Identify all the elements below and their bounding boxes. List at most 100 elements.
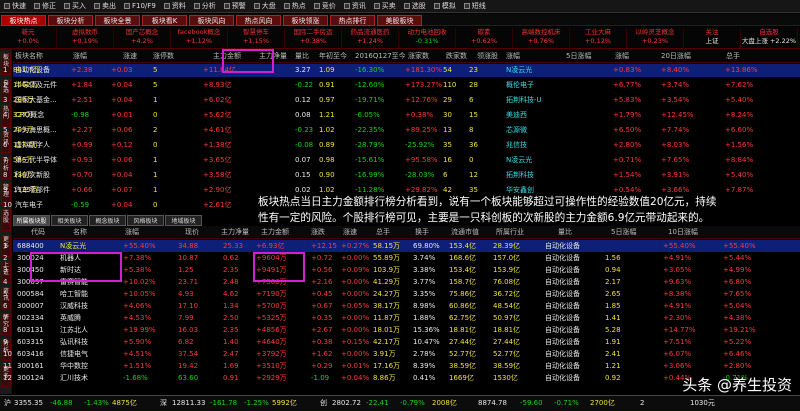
cell-turn: 1.88% — [413, 314, 436, 322]
header-cell[interactable]: 5日涨幅 — [566, 50, 591, 63]
toolbar-button-11[interactable]: 资讯 — [340, 0, 370, 13]
cell-ind: 自动化设备 — [545, 278, 580, 286]
table-row[interactable]: 8 科创次新股 +0.70 +0.04 1 +3.58亿 0.15 0.90 -16.99% -2… — [3, 169, 800, 182]
table-row[interactable]: 1 自动化设备 +2.38 +0.03 5 +11.84亿 3.27 1.09 -16.30% +… — [3, 64, 800, 77]
sector-item[interactable]: 国际二手房运 +0.38% — [285, 28, 342, 48]
stock-tab-1[interactable]: 相关板块 — [51, 215, 88, 226]
stock-tab-2[interactable]: 概念板块 — [89, 215, 126, 226]
cell-up: 54 — [443, 66, 452, 74]
header-cell[interactable]: 领涨股 — [477, 50, 498, 63]
table-row[interactable]: 3 国家大基金... +2.51 +0.04 1 +6.02亿 0.12 0.97 -19.71… — [3, 94, 800, 107]
header-cell[interactable]: 现价 — [185, 226, 199, 239]
cell-spd: +0.04 — [111, 171, 133, 179]
tab-7[interactable]: 热点排行 — [330, 15, 375, 26]
toolbar-button-5[interactable]: 资料 — [160, 0, 190, 13]
stock-row[interactable]: 5 000584 哈工智能 +10.05% 4.93 4.62 +7190万 +0.45 +0.… — [3, 288, 800, 300]
header-cell[interactable]: 涨幅 — [73, 50, 87, 63]
sector-item[interactable]: 新元 +0.0% — [0, 28, 57, 48]
toolbar-button-12[interactable]: 买卖 — [370, 0, 400, 13]
stock-row[interactable]: 3 300450 新时达 +5.38% 1.25 2.35 +9491万 +0.56 +0.09… — [3, 264, 800, 276]
table-row[interactable]: 2 半导体及元件 +1.84 +0.04 5 +8.93亿 -0.22 0.91 -12.60%… — [3, 79, 800, 92]
toolbar-button-14[interactable]: 模拟 — [430, 0, 460, 13]
toolbar-button-0[interactable]: 快速 — [0, 0, 30, 13]
header-cell[interactable]: 量比 — [295, 50, 309, 63]
toolbar-button-13[interactable]: 选股 — [400, 0, 430, 13]
toolbar-button-4[interactable]: F10/F9 — [120, 0, 160, 13]
header-cell[interactable]: 20日涨幅 — [661, 50, 691, 63]
table-row[interactable]: 6 虚拟数字人 +0.99 +0.12 0 +1.38亿 -0.08 0.89 -28.79% -… — [3, 139, 800, 152]
header-cell[interactable]: 跌家数 — [446, 50, 467, 63]
header-cell[interactable]: 涨停数 — [153, 50, 174, 63]
toolbar-button-15[interactable]: 短线 — [460, 0, 490, 13]
header-cell[interactable]: 涨幅 — [615, 50, 629, 63]
toolbar-button-3[interactable]: 卖出 — [90, 0, 120, 13]
stock-tab-4[interactable]: 地域板块 — [165, 215, 202, 226]
tab-6[interactable]: 板块领涨 — [283, 15, 328, 26]
toolbar-button-7[interactable]: 预警 — [220, 0, 250, 13]
tab-4[interactable]: 板块风向 — [189, 15, 234, 26]
stock-row[interactable]: 1 688400 N凌云光 +55.40% 34.88 25.33 +6.93亿 +12.15… — [3, 240, 800, 252]
sector-item[interactable]: 智慧停车 +1.15% — [228, 28, 285, 48]
header-cell[interactable]: 2016Q127至今 — [355, 50, 406, 63]
sector-item[interactable]: 虚拟数币 +0.19% — [57, 28, 114, 48]
toolbar-button-10[interactable]: 竞价 — [310, 0, 340, 13]
tab-1[interactable]: 板块分析 — [48, 15, 93, 26]
sector-item[interactable]: 药品流通医药 +1.24% — [342, 28, 399, 48]
table-row[interactable]: 7 第三代半导体 +0.93 +0.06 1 +3.65亿 0.07 0.98 -15.61% +… — [3, 154, 800, 167]
toolbar-button-2[interactable]: 买入 — [60, 0, 90, 13]
toolbar-button-label: 分析 — [201, 2, 216, 10]
stock-tab-0[interactable]: 所属板块股 — [13, 215, 50, 226]
header-cell[interactable]: 涨速 — [123, 50, 137, 63]
sector-item[interactable]: 国产芯概念 +4.2% — [114, 28, 171, 48]
table-row[interactable]: 5 华为海思概... +2.27 +0.06 2 +4.61亿 -0.23 1.02 -22.3… — [3, 124, 800, 137]
sector-item[interactable]: 以岭灵芝概念 +0.23% — [627, 28, 684, 48]
tab-8[interactable]: 美股板块 — [377, 15, 422, 26]
sector-item[interactable]: facebook概念 +1.12% — [171, 28, 228, 48]
stock-row[interactable]: 4 300097 雷赛智能 +10.02% 23.71 2.48 +7560万 +2.16 +0… — [3, 276, 800, 288]
stock-tab-3[interactable]: 风格板块 — [127, 215, 164, 226]
sector-item[interactable]: 自选股 大盘上涨 +2.22% — [741, 28, 798, 48]
cell-chg: +5.90% — [123, 338, 152, 346]
stock-row[interactable]: 11 300161 华中数控 +1.51% 19.42 1.69 +3510万 +0.29 +0… — [3, 360, 800, 372]
toolbar-button-label: 短线 — [471, 2, 486, 10]
stock-row[interactable]: 2 300024 机器人 +7.38% 10.87 0.62 +9604万 +0.72 +0.0… — [3, 252, 800, 264]
toolbar-button-9[interactable]: 热点 — [280, 0, 310, 13]
table-row[interactable]: 4 CRO概念 -0.98 +0.01 0 +5.62亿 0.08 1.21 -6.05% +0.… — [3, 109, 800, 122]
tab-2[interactable]: 板块全景 — [95, 15, 140, 26]
sector-item[interactable]: 工业大麻 +0.12% — [570, 28, 627, 48]
stock-row[interactable]: 8 603131 江苏北人 +19.99% 16.03 2.35 +4856万 +2.67 +0… — [3, 324, 800, 336]
tab-3[interactable]: 板块看K — [142, 15, 187, 26]
toolbar-button-1[interactable]: 修正 — [30, 0, 60, 13]
header-cell[interactable]: 年初至今 — [319, 50, 347, 63]
stock-row[interactable]: 6 300007 汉威科技 +4.06% 17.10 1.34 +5700万 +0.67 +0.… — [3, 300, 800, 312]
cell-dn: 15 — [469, 111, 478, 119]
header-cell[interactable]: 涨家数 — [408, 50, 429, 63]
header-cell[interactable]: 板块名称 — [15, 50, 43, 63]
sector-item[interactable]: 高端数控机床 +0.76% — [513, 28, 570, 48]
sector-value: -0.31% — [415, 37, 439, 45]
header-cell[interactable]: 总手 — [726, 50, 740, 63]
cell-amt: +6.93亿 — [256, 242, 285, 250]
sector-item[interactable]: 碳素 +0.62% — [456, 28, 513, 48]
header-cell[interactable]: 代码 — [31, 226, 45, 239]
sector-item[interactable]: 动力电池回收 -0.31% — [399, 28, 456, 48]
header-cell[interactable]: 名称 — [73, 226, 87, 239]
cell-chg: +55.40% — [123, 242, 156, 250]
sector-item[interactable]: 关注 上证 — [684, 28, 741, 48]
header-cell[interactable]: 涨幅 — [506, 50, 520, 63]
tab-0[interactable]: 板块热点 — [1, 15, 46, 26]
header-cell[interactable]: 主力净量 — [221, 226, 249, 239]
cell-since: +181.30% — [405, 66, 443, 74]
cell-d10: +12.45% — [661, 111, 694, 119]
stock-row[interactable]: 7 002334 英威腾 +4.53% 7.99 2.50 +5325万 +0.35 +0.00… — [3, 312, 800, 324]
stock-row[interactable]: 9 603315 弘讯科技 +5.90% 6.82 1.40 +4640万 +0.38 +0.1… — [3, 336, 800, 348]
tab-5[interactable]: 热点风向 — [236, 15, 281, 26]
toolbar-button-8[interactable]: 大盘 — [250, 0, 280, 13]
cell-d10: +4.38% — [723, 314, 752, 322]
toolbar-button-6[interactable]: 分析 — [190, 0, 220, 13]
row-index: 1 — [3, 242, 8, 250]
header-cell[interactable]: 涨幅 — [125, 226, 139, 239]
left-tab-6[interactable]: 选股 — [1, 209, 11, 231]
stock-row[interactable]: 10 603416 信捷电气 +4.51% 37.54 2.47 +3792万 +1.62 +0… — [3, 348, 800, 360]
row-index: 2 — [3, 81, 8, 89]
